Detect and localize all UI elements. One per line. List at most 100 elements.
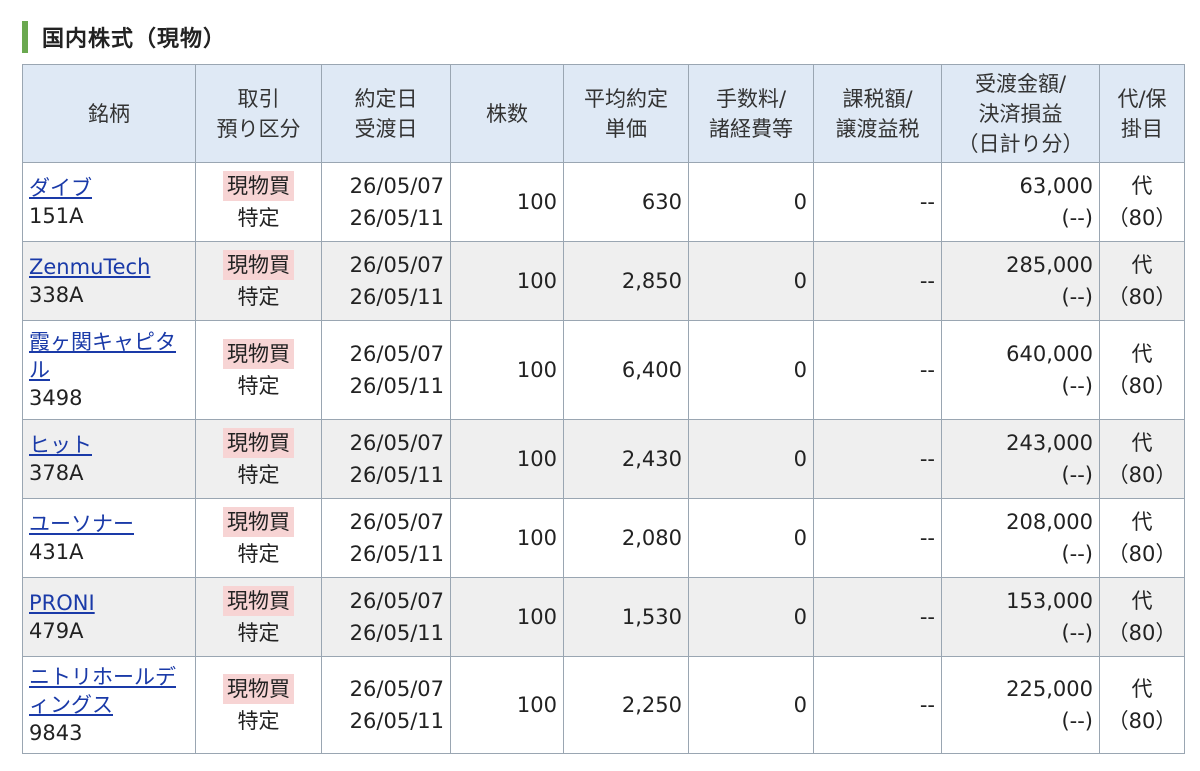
column-header-line: 掛目 <box>1121 116 1163 141</box>
security-code: 479A <box>29 619 84 643</box>
column-header-line: （日計り分） <box>957 131 1084 156</box>
column-header-kubun: 取引 預り区分 <box>195 64 322 163</box>
cell-trade-account: 現物買 特定 <box>195 162 322 242</box>
cell-security: ユーソナー 431A <box>22 498 196 578</box>
security-code: 9843 <box>29 721 83 745</box>
collateral-rate: （80） <box>1107 463 1177 487</box>
trade-type-badge: 現物買 <box>223 250 294 280</box>
security-name-link[interactable]: PRONI <box>29 589 189 617</box>
cell-tax: -- <box>813 577 942 657</box>
day-trade-pl: (--) <box>1061 542 1093 566</box>
account-type: 特定 <box>237 463 280 487</box>
day-trade-pl: (--) <box>1061 463 1093 487</box>
settlement-date: 26/05/11 <box>349 374 444 398</box>
column-header-line: 預り区分 <box>216 116 301 141</box>
cell-fee: 0 <box>688 162 814 242</box>
trade-date: 26/05/07 <box>349 253 444 277</box>
column-header-fee: 手数料/諸経費等 <box>688 64 814 163</box>
settlement-amount: 243,000 <box>1006 431 1093 455</box>
collateral-rate: （80） <box>1107 621 1177 645</box>
day-trade-pl: (--) <box>1061 374 1093 398</box>
cell-security: PRONI 479A <box>22 577 196 657</box>
cell-collateral: 代 （80） <box>1099 498 1185 578</box>
table-row: ZenmuTech 338A 現物買 特定 26/05/07 26/05/11 100 2,8… <box>22 241 1185 321</box>
table-row: ヒット 378A 現物買 特定 26/05/07 26/05/11 100 2,430 0 -- 2… <box>22 419 1185 499</box>
trade-type-badge: 現物買 <box>223 674 294 704</box>
settlement-date: 26/05/11 <box>349 621 444 645</box>
table-body: ダイブ 151A 現物買 特定 26/05/07 26/05/11 100 630 0 -- 63,… <box>22 162 1185 754</box>
cell-dates: 26/05/07 26/05/11 <box>321 320 451 420</box>
cell-dates: 26/05/07 26/05/11 <box>321 419 451 499</box>
section-accent-bar <box>22 21 28 53</box>
collateral-rate: （80） <box>1107 285 1177 309</box>
settlement-amount: 153,000 <box>1006 589 1093 613</box>
cell-tax: -- <box>813 656 942 754</box>
cell-collateral: 代 （80） <box>1099 162 1185 242</box>
table-header-row: 銘柄 取引 預り区分 約定日 受渡日 株数 平均約定 単価 手数料/諸経費等 課税額/譲渡益税 受渡… <box>22 64 1185 163</box>
cell-trade-account: 現物買 特定 <box>195 498 322 578</box>
cell-fee: 0 <box>688 656 814 754</box>
collateral-rate: （80） <box>1107 374 1177 398</box>
trade-type-badge: 現物買 <box>223 339 294 369</box>
cell-collateral: 代 （80） <box>1099 419 1185 499</box>
day-trade-pl: (--) <box>1061 709 1093 733</box>
cell-security: ヒット 378A <box>22 419 196 499</box>
account-type: 特定 <box>237 621 280 645</box>
security-code: 3498 <box>29 386 83 410</box>
collateral-rate: （80） <box>1107 542 1177 566</box>
cell-fee: 0 <box>688 498 814 578</box>
cell-tax: -- <box>813 320 942 420</box>
collateral-type: 代 <box>1131 677 1153 701</box>
cell-settlement-amount: 153,000 (--) <box>941 577 1100 657</box>
trade-date: 26/05/07 <box>349 510 444 534</box>
cell-shares: 100 <box>450 656 564 754</box>
column-header-line: 株数 <box>486 101 528 126</box>
settlement-date: 26/05/11 <box>349 206 444 230</box>
cell-shares: 100 <box>450 241 564 321</box>
cell-tax: -- <box>813 162 942 242</box>
settlement-date: 26/05/11 <box>349 709 444 733</box>
trade-date: 26/05/07 <box>349 174 444 198</box>
security-name-link[interactable]: ZenmuTech <box>29 253 189 281</box>
trade-date: 26/05/07 <box>349 431 444 455</box>
column-header-line: 代/保 <box>1117 86 1167 111</box>
settlement-amount: 208,000 <box>1006 510 1093 534</box>
day-trade-pl: (--) <box>1061 206 1093 230</box>
security-name-link[interactable]: ユーソナー <box>29 510 189 538</box>
cell-settlement-amount: 285,000 (--) <box>941 241 1100 321</box>
cell-tax: -- <box>813 419 942 499</box>
collateral-rate: （80） <box>1107 206 1177 230</box>
collateral-type: 代 <box>1131 510 1153 534</box>
trade-type-badge: 現物買 <box>223 507 294 537</box>
cell-avg-price: 2,080 <box>563 498 689 578</box>
section-title: 国内株式（現物） <box>42 27 227 52</box>
security-name-link[interactable]: ヒット <box>29 431 189 459</box>
cell-trade-account: 現物買 特定 <box>195 419 322 499</box>
trade-date: 26/05/07 <box>349 589 444 613</box>
account-type: 特定 <box>237 285 280 309</box>
cell-collateral: 代 （80） <box>1099 241 1185 321</box>
account-type: 特定 <box>237 709 280 733</box>
cell-settlement-amount: 243,000 (--) <box>941 419 1100 499</box>
column-header-line: 諸経費等 <box>709 116 793 141</box>
security-name-link[interactable]: ニトリホールディングス <box>29 663 189 719</box>
collateral-rate: （80） <box>1107 709 1177 733</box>
security-name-link[interactable]: 霞ヶ関キャピタル <box>29 328 189 384</box>
cell-security: ダイブ 151A <box>22 162 196 242</box>
cell-dates: 26/05/07 26/05/11 <box>321 577 451 657</box>
day-trade-pl: (--) <box>1061 621 1093 645</box>
security-code: 378A <box>29 461 84 485</box>
column-header-tax: 課税額/譲渡益税 <box>813 64 942 163</box>
column-header-line: 取引 <box>237 86 280 111</box>
collateral-type: 代 <box>1131 174 1153 198</box>
table-row: ニトリホールディングス 9843 現物買 特定 26/05/07 26/05/11 100 2… <box>22 656 1185 754</box>
cell-avg-price: 2,430 <box>563 419 689 499</box>
column-header-line: 手数料/ <box>715 86 787 111</box>
cell-settlement-amount: 63,000 (--) <box>941 162 1100 242</box>
table-row: ユーソナー 431A 現物買 特定 26/05/07 26/05/11 100 2,080 0-… <box>22 498 1185 578</box>
security-name-link[interactable]: ダイブ <box>29 174 189 202</box>
cell-collateral: 代 （80） <box>1099 577 1185 657</box>
cell-settlement-amount: 640,000 (--) <box>941 320 1100 420</box>
collateral-type: 代 <box>1131 431 1153 455</box>
column-header-name: 銘柄 <box>22 64 196 163</box>
